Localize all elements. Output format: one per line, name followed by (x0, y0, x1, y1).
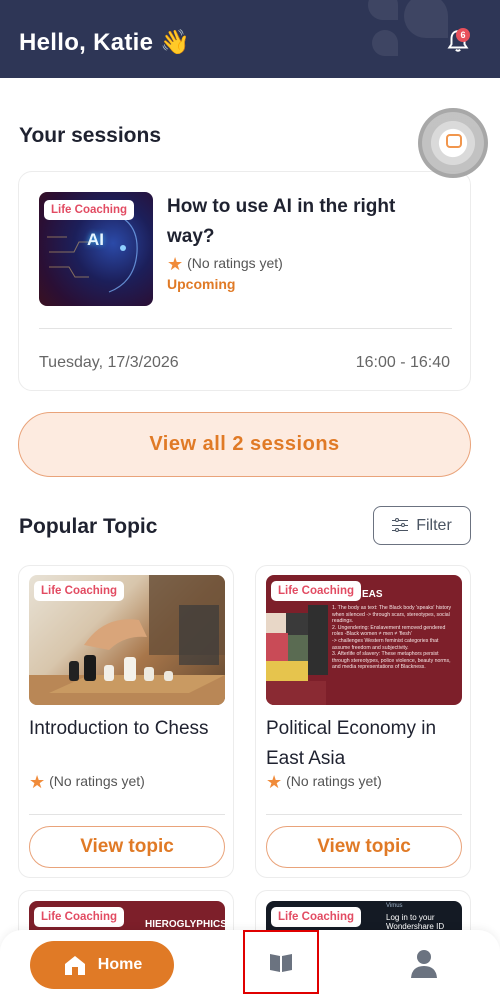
profile-icon[interactable] (406, 946, 442, 982)
header-decoration (368, 0, 398, 20)
session-status: Upcoming (167, 276, 236, 292)
app-header: Hello, Katie 👋 6 (0, 0, 500, 78)
rating-text: (No ratings yet) (49, 773, 145, 789)
category-tag: Life Coaching (34, 907, 125, 927)
sliders-icon (392, 517, 409, 533)
topic-title: Political Economy in East Asia (266, 718, 437, 769)
star-icon: ★ (266, 772, 283, 792)
notification-badge: 6 (456, 28, 470, 42)
home-icon (64, 956, 85, 975)
category-tag: Life Coaching (271, 907, 362, 927)
image-text: Vimus (386, 903, 403, 909)
floating-assistant-button[interactable] (418, 108, 488, 178)
slide-body: 1. The body as text: The Black body 'spe… (332, 605, 456, 671)
topic-rating: ★ (No ratings yet) (266, 772, 382, 793)
view-topic-button[interactable]: View topic (29, 826, 225, 868)
category-tag: Life Coaching (34, 581, 125, 601)
divider (29, 814, 225, 815)
slide-line: -> challenges Western feminist categorie… (332, 637, 439, 651)
slide-line: 3. Afterlife of slavery: These metaphors… (332, 651, 451, 671)
image-text: HIEROGLYPHICS (145, 919, 225, 930)
filter-button[interactable]: Filter (373, 506, 471, 545)
greeting-text: Hello, Katie 👋 (19, 29, 191, 56)
nav-home-label: Home (97, 956, 143, 973)
sessions-title: Your sessions (19, 124, 161, 147)
rating-text: (No ratings yet) (187, 255, 283, 271)
nav-topics-button[interactable] (243, 930, 319, 994)
popular-topic-title: Popular Topic (19, 515, 158, 538)
topic-title: Introduction to Chess (29, 718, 209, 739)
topic-card[interactable]: Life Coaching Introduction to Chess ★ (No… (18, 565, 234, 878)
bag-icon (446, 134, 462, 148)
session-title: How to use AI in the right way? (167, 196, 396, 247)
star-icon: ★ (29, 772, 46, 792)
image-text: Log in to your Wondershare ID (386, 913, 445, 931)
header-decoration (404, 0, 448, 38)
slide-line: 2. Ungendering: Enslavement removed gend… (332, 624, 446, 638)
header-decoration (372, 30, 398, 56)
book-icon (270, 954, 292, 972)
topic-rating: ★ (No ratings yet) (29, 772, 145, 793)
session-card[interactable]: AI Life Coaching How to use AI in the ri… (18, 171, 471, 391)
nav-home-button[interactable]: Home (30, 941, 174, 989)
divider (266, 814, 462, 815)
topic-card[interactable]: EAS 1. The body as text: The Black body … (255, 565, 471, 878)
slide-line: 1. The body as text: The Black body 'spe… (332, 605, 452, 625)
star-icon: ★ (167, 254, 184, 274)
bottom-navigation: Home (0, 930, 500, 1000)
filter-label: Filter (416, 516, 452, 534)
slide-heading: EAS (362, 589, 383, 600)
divider (39, 328, 452, 329)
session-rating: ★ (No ratings yet) (167, 254, 283, 275)
session-time: 16:00 - 16:40 (355, 354, 450, 371)
ai-image-text: AI (87, 230, 104, 249)
rating-text: (No ratings yet) (286, 773, 382, 789)
category-tag: Life Coaching (44, 200, 135, 220)
session-date: Tuesday, 17/3/2026 (39, 354, 179, 371)
view-all-sessions-button[interactable]: View all 2 sessions (18, 412, 471, 477)
category-tag: Life Coaching (271, 581, 362, 601)
view-topic-button[interactable]: View topic (266, 826, 462, 868)
